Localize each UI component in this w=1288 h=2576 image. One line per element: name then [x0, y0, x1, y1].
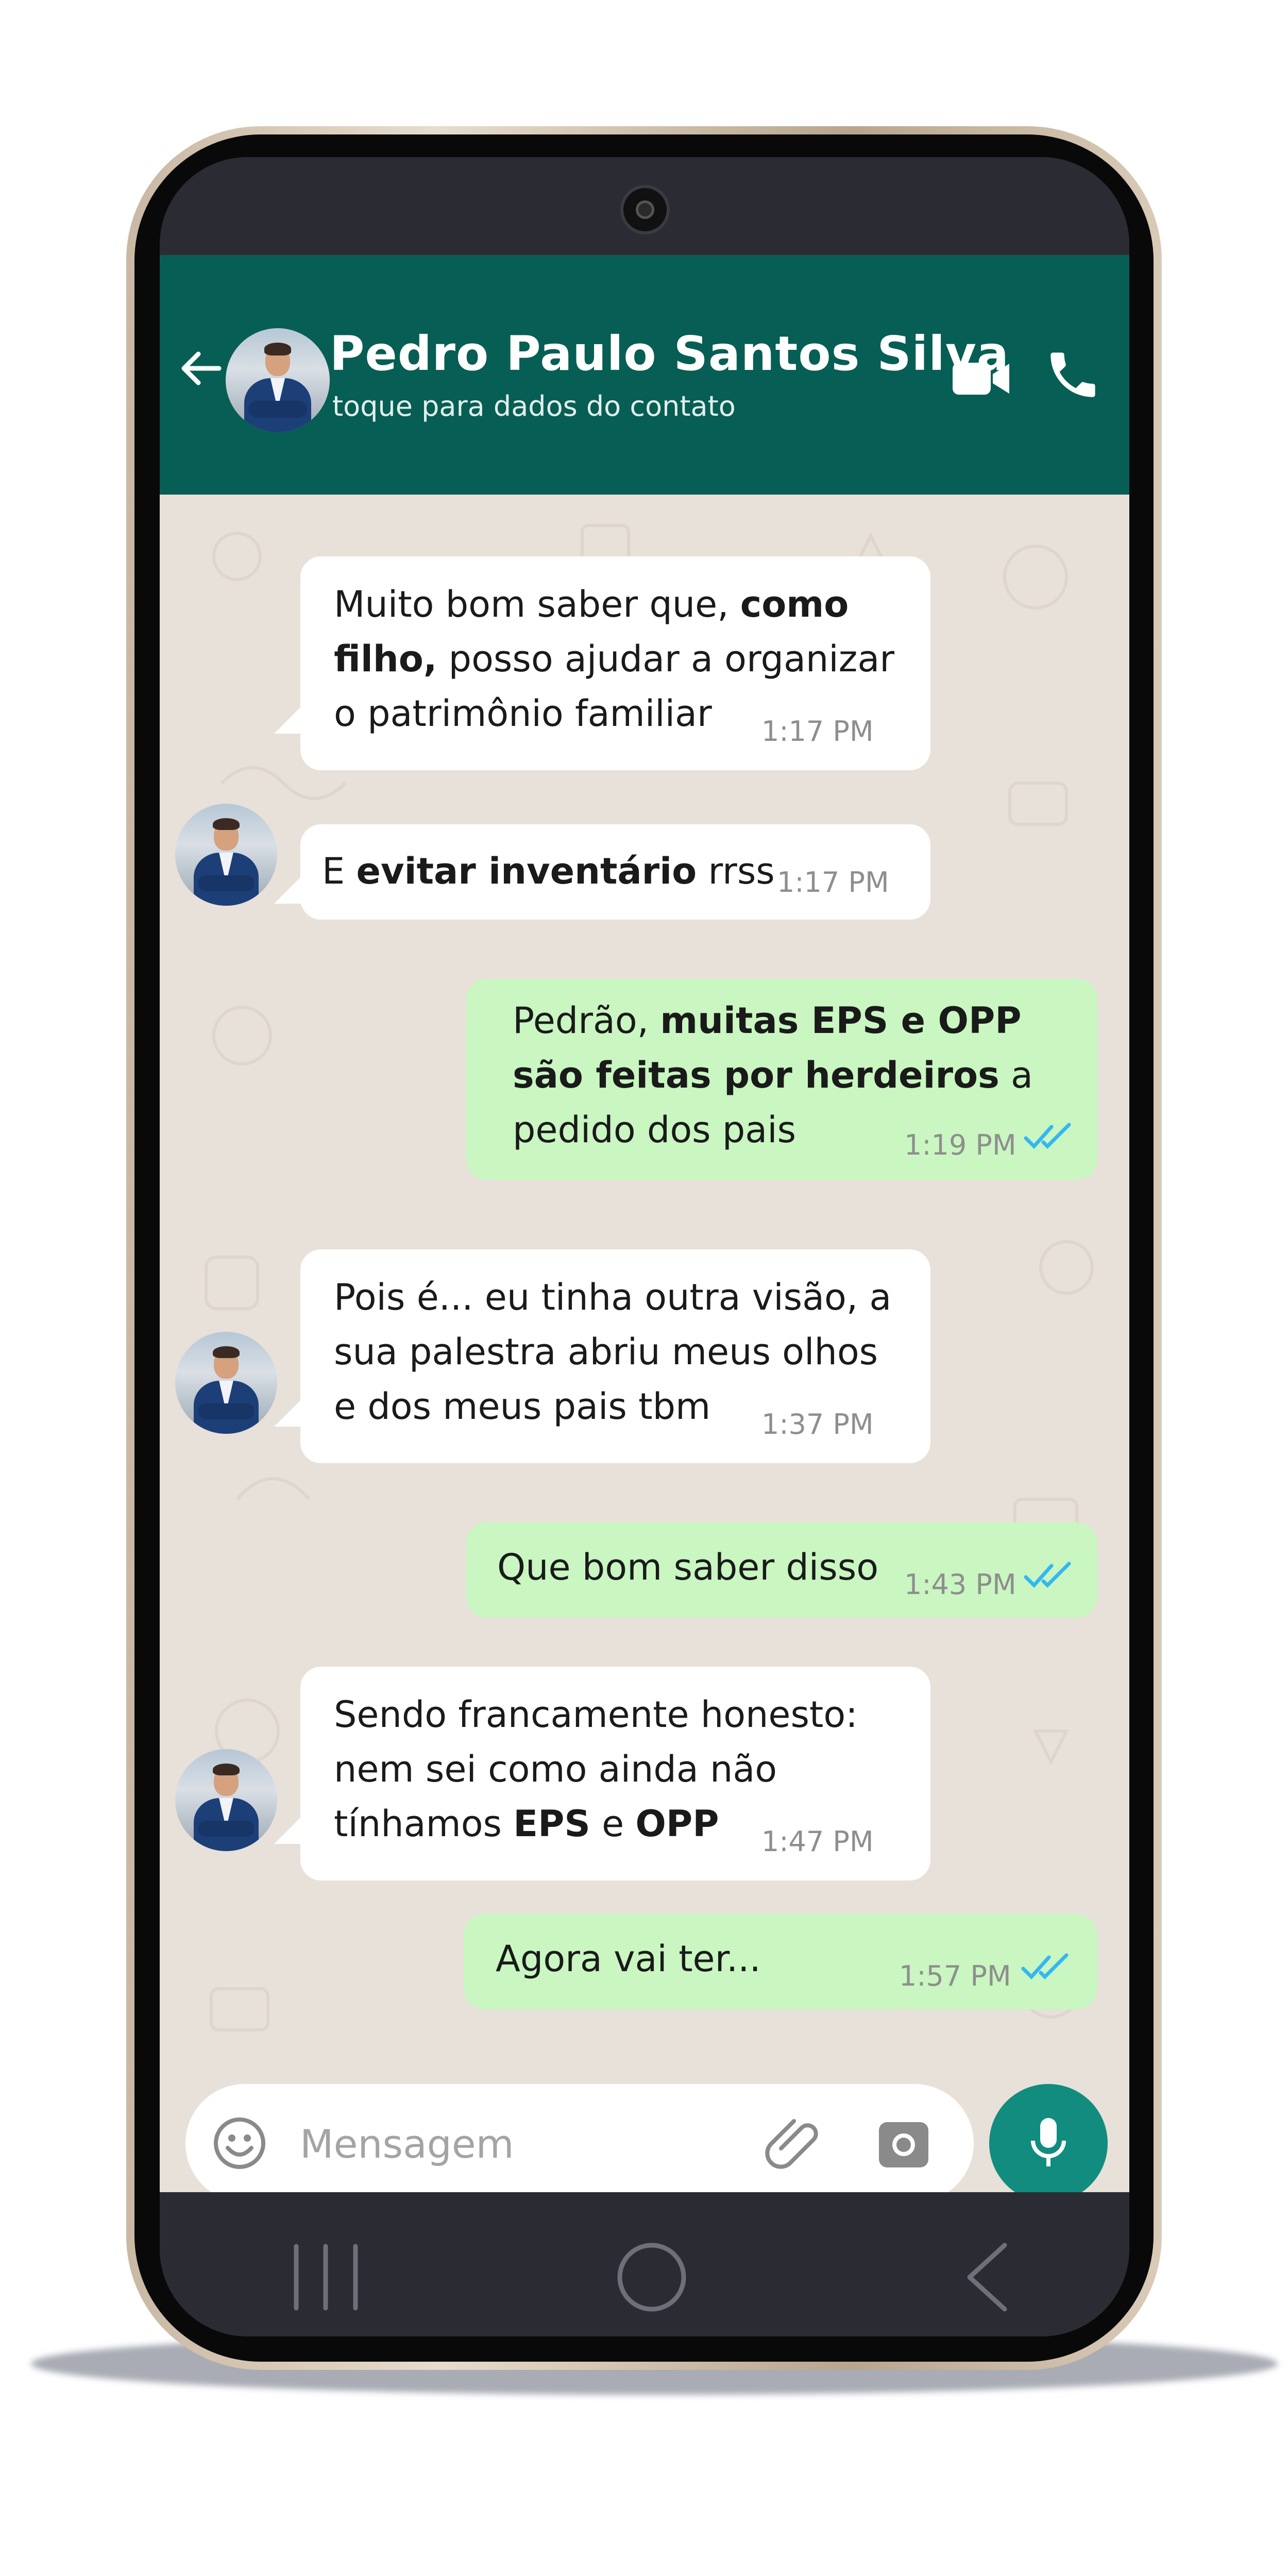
message-text: Pedrão, muitas EPS e OPP: [513, 999, 1022, 1042]
message-text: e dos meus pais tbm: [334, 1385, 711, 1428]
sender-avatar[interactable]: [175, 1749, 277, 1851]
message-text: Pois é... eu tinha outra visão, a: [334, 1276, 892, 1318]
back-arrow-icon[interactable]: [175, 343, 227, 394]
read-ticks-icon: [1024, 1562, 1071, 1588]
message-time: 1:43 PM: [904, 1568, 1016, 1601]
message-bubble-outgoing[interactable]: Pedrão, muitas EPS e OPP são feitas por …: [466, 979, 1097, 1180]
attach-icon[interactable]: [762, 2112, 824, 2174]
front-camera: [623, 188, 667, 231]
message-text: Que bom saber disso: [497, 1546, 879, 1588]
system-navbar: [160, 2192, 1129, 2336]
message-bubble-incoming[interactable]: Muito bom saber que, como filho, posso a…: [300, 556, 930, 770]
message-text: Muito bom saber que, como: [334, 583, 849, 625]
contact-subtitle[interactable]: toque para dados do contato: [332, 390, 736, 422]
camera-icon[interactable]: [876, 2116, 931, 2172]
home-icon[interactable]: [613, 2241, 690, 2313]
mic-button[interactable]: [989, 2084, 1108, 2202]
message-bubble-incoming[interactable]: E evitar inventário rrss 1:17 PM: [300, 824, 930, 920]
message-input[interactable]: [299, 2116, 713, 2172]
message-bubble-incoming[interactable]: Sendo francamente honesto: nem sei como …: [300, 1667, 930, 1880]
sender-avatar[interactable]: [175, 804, 277, 906]
message-bubble-incoming[interactable]: Pois é... eu tinha outra visão, a sua pa…: [300, 1249, 930, 1463]
message-bubble-outgoing[interactable]: Agora vai ter... 1:57 PM: [464, 1914, 1097, 2009]
sender-avatar[interactable]: [175, 1332, 277, 1434]
phone-icon[interactable]: [1043, 345, 1103, 404]
message-time: 1:47 PM: [761, 1825, 874, 1858]
message-bubble-outgoing[interactable]: Que bom saber disso 1:43 PM: [466, 1522, 1097, 1618]
chat-area[interactable]: Muito bom saber que, como filho, posso a…: [160, 495, 1129, 2192]
message-time: 1:17 PM: [761, 715, 874, 748]
message-time: 1:17 PM: [777, 866, 889, 899]
message-time: 1:37 PM: [761, 1408, 874, 1440]
message-text: pedido dos pais: [513, 1109, 796, 1151]
message-text: tínhamos EPS e OPP: [334, 1803, 719, 1845]
message-text: sua palestra abriu meus olhos: [334, 1331, 878, 1373]
nav-back-icon[interactable]: [963, 2241, 1010, 2313]
message-text: o patrimônio familiar: [334, 692, 712, 735]
contact-name[interactable]: Pedro Paulo Santos Silva: [330, 326, 1009, 381]
message-text: nem sei como ainda não: [334, 1748, 777, 1790]
mic-icon: [1031, 2118, 1066, 2166]
message-time: 1:57 PM: [899, 1960, 1011, 1992]
message-text: Sendo francamente honesto:: [334, 1693, 858, 1736]
message-text: E evitar inventário rrss: [322, 850, 775, 892]
phone-screen: Pedro Paulo Santos Silva toque para dado…: [160, 157, 1129, 2336]
read-ticks-icon: [1024, 1123, 1071, 1149]
video-call-icon[interactable]: [951, 355, 1011, 402]
message-text: filho, posso ajudar a organizar: [334, 638, 895, 680]
message-text: Agora vai ter...: [496, 1938, 761, 1980]
contact-avatar[interactable]: [226, 328, 330, 432]
status-area: [160, 157, 1129, 255]
read-ticks-icon: [1021, 1953, 1069, 1980]
chat-header: Pedro Paulo Santos Silva toque para dado…: [160, 255, 1129, 495]
emoji-icon[interactable]: [211, 2115, 268, 2172]
message-time: 1:19 PM: [904, 1129, 1016, 1161]
recent-apps-icon[interactable]: [291, 2241, 361, 2313]
message-composer: [185, 2084, 974, 2202]
message-text: são feitas por herdeiros a: [513, 1054, 1033, 1096]
